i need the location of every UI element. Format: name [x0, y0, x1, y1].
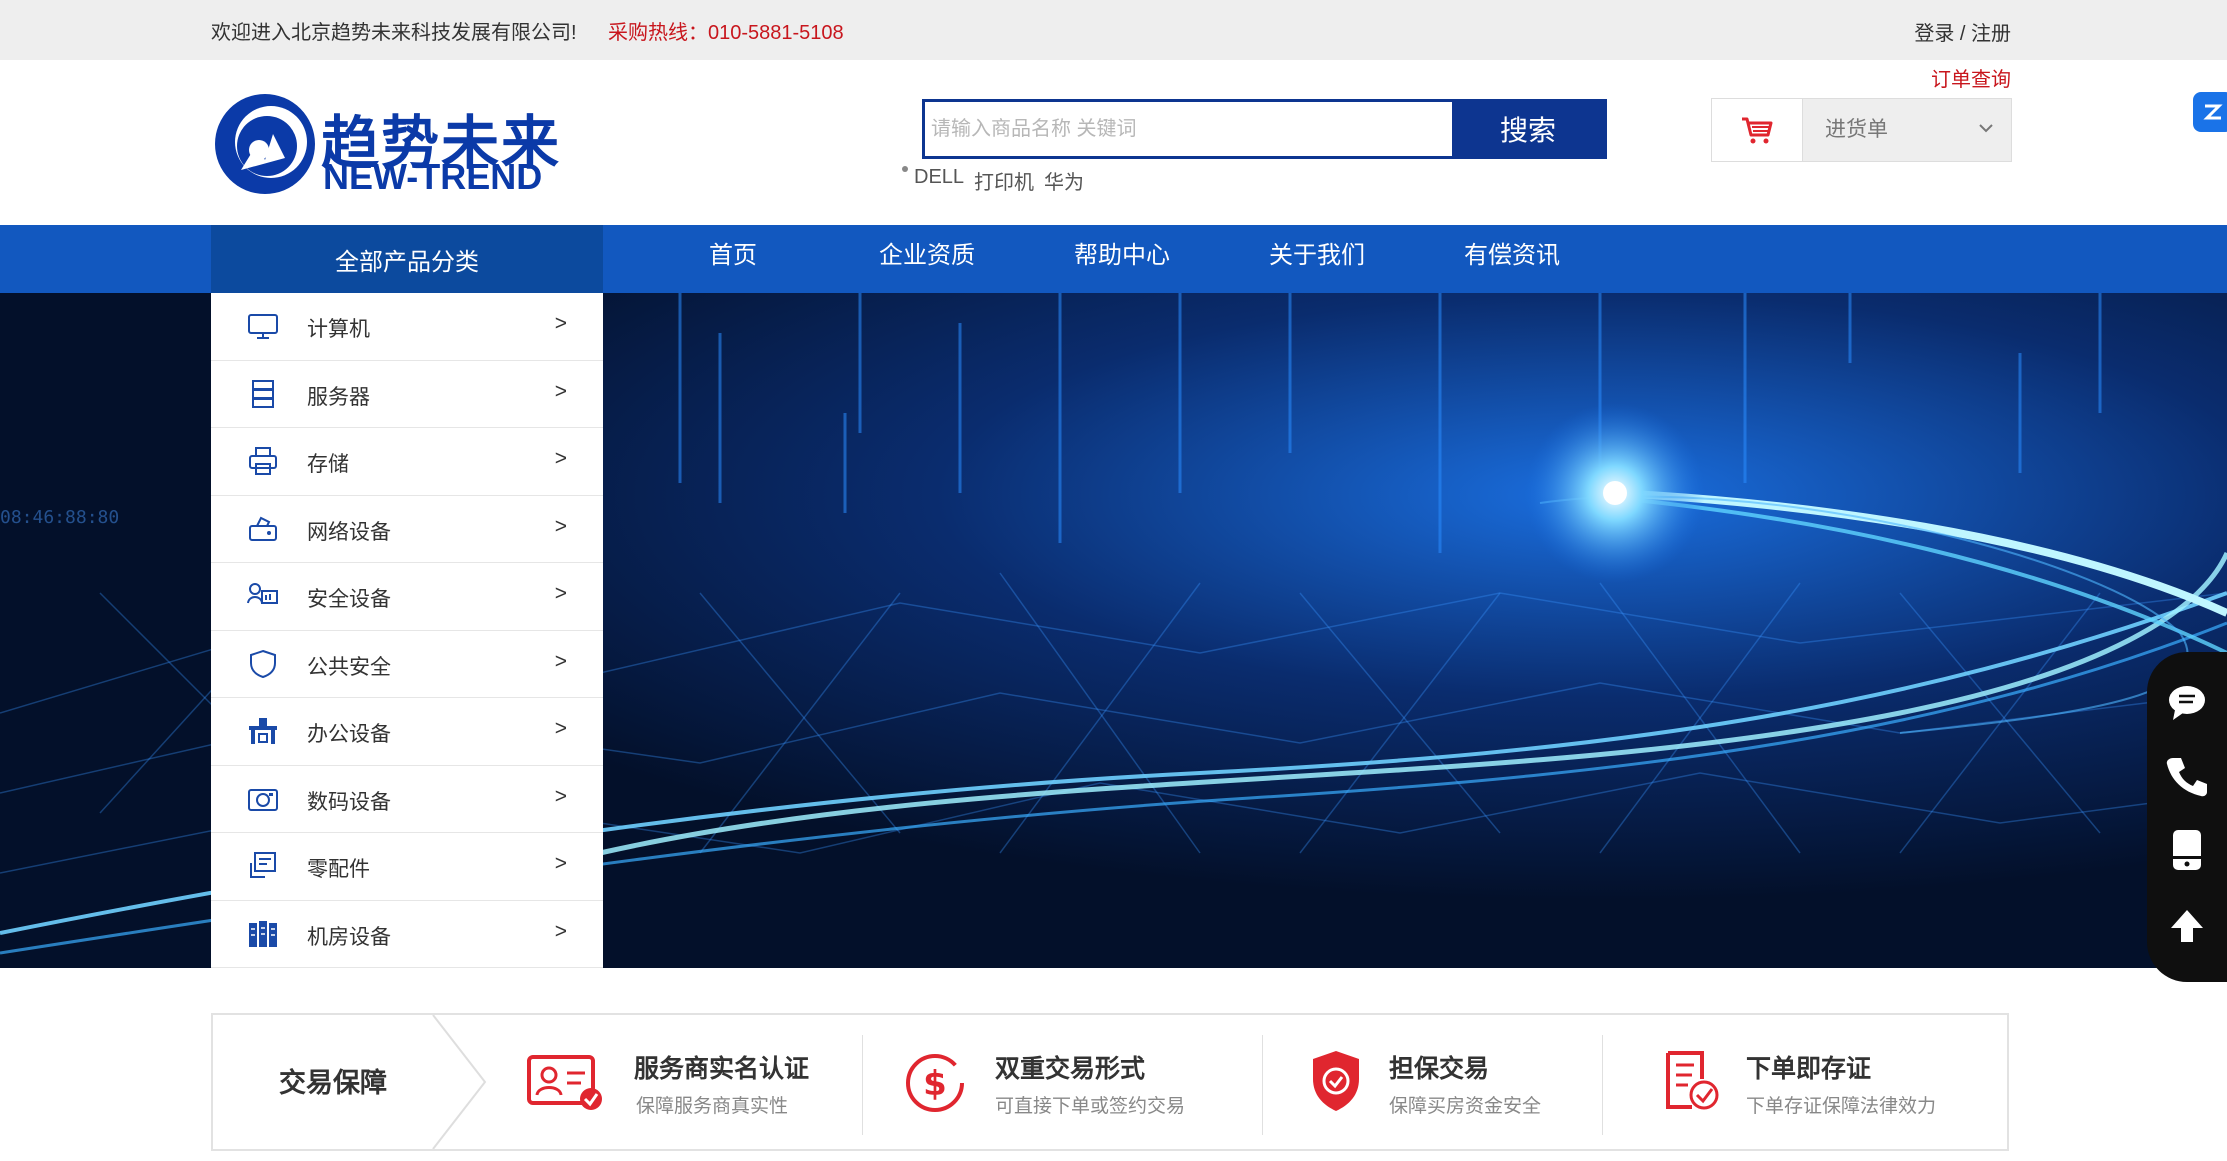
chat-icon[interactable] — [2165, 680, 2209, 724]
hot-word-printer[interactable]: 打印机 — [974, 166, 1034, 195]
all-categories-button[interactable]: 全部产品分类 — [211, 225, 603, 293]
category-item-security-device[interactable]: 安全设备 > — [211, 563, 603, 631]
category-label: 计算机 — [307, 318, 370, 341]
server-icon — [252, 379, 274, 408]
floating-share-icon[interactable] — [2193, 92, 2227, 132]
cart-icon — [1712, 99, 1803, 161]
chevron-right-icon: > — [554, 582, 567, 605]
chevron-divider — [432, 1015, 487, 1149]
rack-icon — [249, 920, 277, 947]
svg-text:$: $ — [923, 1064, 947, 1104]
guarantee-item-subtitle: 保障买房资金安全 — [1389, 1096, 1542, 1117]
cart-widget[interactable]: 进货单 — [1711, 98, 2012, 162]
welcome-text: 欢迎进入北京趋势未来科技发展有限公司! — [211, 22, 577, 44]
bullet-icon — [902, 166, 908, 172]
category-label: 机房设备 — [307, 925, 391, 949]
chevron-right-icon: > — [554, 852, 567, 875]
category-label: 服务器 — [307, 385, 370, 409]
category-menu: 计算机 > 服务器 > 存储 > 网络设备 > 安全设备 > 公共安全 > 办公… — [211, 293, 603, 968]
svg-text:08:46:88:80: 08:46:88:80 — [0, 507, 119, 528]
category-item-server[interactable]: 服务器 > — [211, 361, 603, 428]
guarantee-item-escrow: 担保交易 保障买房资金安全 — [1309, 1015, 1649, 1149]
camera-icon — [248, 788, 278, 811]
site-logo[interactable]: 趋势未来 NEW-TREND — [211, 90, 561, 198]
category-label: 网络设备 — [307, 520, 391, 544]
guarantee-item-title: 下单即存证 — [1746, 1055, 1872, 1083]
guarantee-item-subtitle: 保障服务商真实性 — [636, 1096, 789, 1117]
category-label: 公共安全 — [307, 655, 391, 679]
nav-about-us[interactable]: 关于我们 — [1269, 225, 1365, 293]
category-item-network[interactable]: 网络设备 > — [211, 496, 603, 563]
chevron-right-icon: > — [554, 379, 567, 403]
guarantee-title: 交易保障 — [279, 1068, 387, 1098]
shield-check-icon — [1313, 1051, 1359, 1111]
category-item-storage[interactable]: 存储 > — [211, 428, 603, 496]
id-card-icon — [527, 1055, 602, 1110]
chevron-right-icon: > — [554, 514, 567, 538]
guarantee-item-subtitle: 可直接下单或签约交易 — [995, 1096, 1186, 1117]
hot-word-dell[interactable]: DELL — [914, 166, 964, 195]
chevron-right-icon: > — [554, 312, 567, 335]
divider — [1262, 1035, 1263, 1135]
category-item-public-security[interactable]: 公共安全 > — [211, 631, 603, 698]
guarantee-item-title: 服务商实名认证 — [634, 1055, 810, 1083]
category-label: 办公设备 — [307, 723, 391, 746]
dollar-icon: $ — [906, 1054, 964, 1112]
monitor-icon — [248, 314, 278, 339]
guarantee-item-subtitle: 下单存证保障法律效力 — [1746, 1096, 1937, 1117]
divider — [1602, 1035, 1603, 1135]
hot-words: DELL 打印机 华为 — [902, 166, 1094, 195]
top-bar: 欢迎进入北京趋势未来科技发展有限公司! 采购热线：010-5881-5108 登… — [0, 0, 2227, 60]
main-nav: 全部产品分类 首页 企业资质 帮助中心 关于我们 有偿资讯 — [0, 225, 2227, 293]
category-item-computer[interactable]: 计算机 > — [211, 293, 603, 361]
office-icon — [249, 718, 277, 744]
search-button[interactable]: 搜索 — [1452, 102, 1604, 156]
printer-icon — [249, 447, 277, 475]
right-toolbar — [2147, 652, 2227, 982]
chevron-right-icon: > — [554, 447, 567, 470]
phone-icon[interactable] — [2165, 754, 2209, 798]
network-icon — [249, 516, 277, 541]
nav-qualification[interactable]: 企业资质 — [879, 225, 975, 293]
category-label: 零配件 — [307, 858, 370, 881]
mobile-icon[interactable] — [2165, 828, 2209, 872]
divider — [862, 1035, 863, 1135]
parts-icon — [250, 852, 276, 878]
guarantee-item-title: 双重交易形式 — [995, 1055, 1146, 1083]
guarantee-item-dual-trade: $ 双重交易形式 可直接下单或签约交易 — [903, 1015, 1251, 1149]
order-query-link[interactable]: 订单查询 — [1931, 63, 2011, 92]
chevron-right-icon: > — [554, 784, 567, 808]
search-box: 搜索 — [922, 99, 1607, 159]
logo-emblem-icon — [215, 94, 315, 194]
chevron-down-icon — [1979, 124, 1993, 133]
back-to-top-icon[interactable] — [2165, 904, 2209, 948]
hotline-text: 采购热线：010-5881-5108 — [608, 22, 844, 44]
chevron-right-icon: > — [554, 919, 567, 943]
chevron-right-icon: > — [554, 717, 567, 740]
category-item-office[interactable]: 办公设备 > — [211, 698, 603, 766]
chevron-right-icon: > — [554, 649, 567, 673]
nav-home[interactable]: 首页 — [709, 225, 757, 293]
guarantee-item-verified: 服务商实名认证 保障服务商真实性 — [525, 1015, 873, 1149]
security-device-icon — [247, 583, 278, 604]
shield-icon — [250, 649, 276, 678]
category-item-digital[interactable]: 数码设备 > — [211, 766, 603, 833]
category-label: 数码设备 — [307, 790, 391, 814]
login-register-link[interactable]: 登录 / 注册 — [1914, 17, 2011, 46]
search-input[interactable] — [931, 102, 1441, 156]
logo-text-en: NEW-TREND — [323, 156, 543, 197]
nav-paid-news[interactable]: 有偿资讯 — [1464, 225, 1560, 293]
document-check-icon — [1666, 1051, 1719, 1110]
category-item-datacenter[interactable]: 机房设备 > — [211, 901, 603, 968]
guarantee-item-title: 担保交易 — [1389, 1055, 1490, 1083]
hot-word-huawei[interactable]: 华为 — [1044, 166, 1084, 195]
guarantee-item-evidence: 下单即存证 下单存证保障法律效力 — [1662, 1015, 1992, 1149]
trade-guarantee-bar: 交易保障 服务商实名认证 保障服务商真实性 $ 双重交易形式 可直接下单或签约交… — [211, 1013, 2009, 1151]
category-label: 安全设备 — [307, 588, 391, 611]
category-label: 存储 — [307, 453, 349, 476]
category-item-parts[interactable]: 零配件 > — [211, 833, 603, 901]
nav-help-center[interactable]: 帮助中心 — [1074, 225, 1170, 293]
